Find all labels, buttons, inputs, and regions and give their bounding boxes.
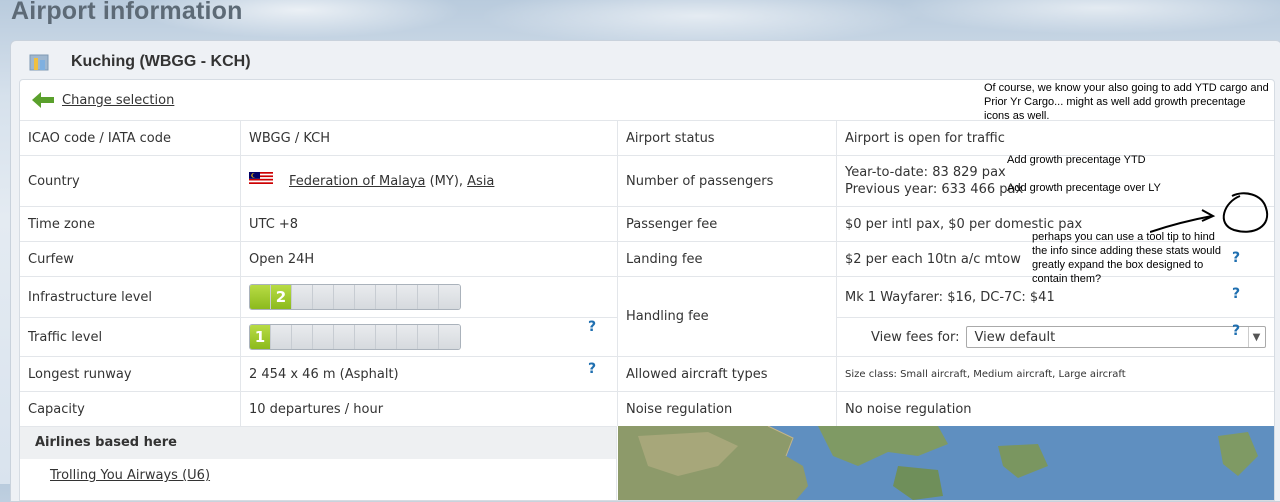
level-segment — [439, 325, 460, 349]
airport-content: Change selection ICAO code / IATA code W… — [19, 79, 1275, 501]
traffic-level-bar: 1 — [249, 324, 461, 350]
level-segment — [355, 285, 376, 309]
noise-value: No noise regulation — [836, 391, 1274, 426]
level-segment — [334, 285, 355, 309]
airlines-section: Airlines based here Trolling You Airways… — [20, 426, 617, 500]
airport-name: Kuching (WBGG - KCH) — [71, 53, 251, 70]
annotation-ytd-note: Add growth precentage YTD — [1007, 154, 1146, 166]
table-row: ICAO code / IATA code WBGG / KCH Airport… — [20, 120, 1274, 156]
passengers-label: Number of passengers — [617, 155, 837, 207]
landing-fee-label: Landing fee — [617, 241, 837, 277]
country-label: Country — [20, 155, 241, 207]
level-segment — [334, 325, 355, 349]
traffic-help-icon[interactable]: ? — [588, 361, 596, 377]
malaysia-flag-icon — [249, 172, 273, 184]
page-title: Airport information — [11, 0, 243, 25]
chevron-down-icon[interactable]: ▼ — [1247, 327, 1265, 347]
landing-fee-help-icon[interactable]: ? — [1232, 286, 1240, 302]
change-selection-link[interactable]: Change selection — [62, 93, 174, 108]
status-value: Airport is open for traffic — [836, 120, 1274, 156]
handling-fee-help-icon[interactable]: ? — [1232, 323, 1240, 339]
capacity-value: 10 departures / hour — [240, 391, 618, 426]
airport-map[interactable] — [618, 426, 1274, 500]
level-segment — [439, 285, 460, 309]
level-segment — [376, 285, 397, 309]
curfew-value: Open 24H — [240, 241, 618, 277]
handling-fee-label: Handling fee — [617, 276, 837, 357]
level-segment — [250, 285, 271, 309]
view-fees-select[interactable]: View default ▼ — [965, 326, 1266, 348]
infrastructure-level-bar: 2 — [249, 284, 461, 310]
level-segment: 2 — [271, 285, 292, 309]
table-row: Longest runway 2 454 x 46 m (Asphalt) Al… — [20, 356, 1274, 392]
aircraft-types-label: Allowed aircraft types — [617, 356, 837, 392]
aircraft-types-value: Size class: Small aircraft, Medium aircr… — [836, 356, 1274, 392]
passenger-fee-help-icon[interactable]: ? — [1232, 250, 1240, 266]
runway-label: Longest runway — [20, 356, 241, 392]
level-segment — [418, 285, 439, 309]
annotation-tooltip-note: perhaps you can use a tool tip to hind t… — [1032, 231, 1221, 285]
view-fees-selected: View default — [974, 329, 1056, 345]
panel-header: Kuching (WBGG - KCH) — [29, 51, 251, 73]
runway-value: 2 454 x 46 m (Asphalt) — [240, 356, 618, 392]
airline-link[interactable]: Trolling You Airways (U6) — [50, 468, 210, 483]
table-row: Capacity 10 departures / hour Noise regu… — [20, 391, 1274, 426]
airport-icon — [29, 54, 49, 71]
country-value: Federation of Malaya (MY), Asia — [240, 155, 618, 207]
icao-value: WBGG / KCH — [240, 120, 618, 156]
timezone-value: UTC +8 — [240, 206, 618, 242]
airlines-heading: Airlines based here — [20, 426, 616, 459]
passenger-fee-label: Passenger fee — [617, 206, 837, 242]
annotation-ly-note: Add growth precentage over LY — [1007, 182, 1161, 194]
level-segment — [376, 325, 397, 349]
level-segment — [397, 325, 418, 349]
status-label: Airport status — [617, 120, 837, 156]
level-segment — [355, 325, 376, 349]
timezone-label: Time zone — [20, 206, 241, 242]
continent-link[interactable]: Asia — [467, 174, 494, 189]
noise-label: Noise regulation — [617, 391, 837, 426]
back-arrow-icon[interactable] — [32, 92, 54, 108]
level-segment — [271, 325, 292, 349]
infrastructure-help-icon[interactable]: ? — [588, 319, 596, 335]
traffic-value: 1 — [240, 317, 618, 357]
level-segment — [292, 325, 313, 349]
country-code: (MY), — [425, 173, 468, 189]
annotation-circle-arrow — [1150, 192, 1269, 233]
annotation-cargo-note: Of course, we know your also going to ad… — [984, 82, 1269, 122]
level-segment — [418, 325, 439, 349]
view-fees-label: View fees for: — [871, 329, 960, 345]
curfew-label: Curfew — [20, 241, 241, 277]
level-segment — [313, 325, 334, 349]
level-segment — [397, 285, 418, 309]
map-terrain — [618, 426, 1274, 500]
level-segment — [292, 285, 313, 309]
infrastructure-label: Infrastructure level — [20, 276, 241, 318]
view-fees-cell: View fees for: View default ▼ — [836, 317, 1274, 357]
country-link[interactable]: Federation of Malaya — [289, 174, 425, 189]
change-selection-row: Change selection — [20, 80, 617, 120]
infrastructure-value: 2 — [240, 276, 618, 318]
traffic-label: Traffic level — [20, 317, 241, 357]
level-segment — [313, 285, 334, 309]
level-segment: 1 — [250, 325, 271, 349]
capacity-label: Capacity — [20, 391, 241, 426]
icao-label: ICAO code / IATA code — [20, 120, 241, 156]
